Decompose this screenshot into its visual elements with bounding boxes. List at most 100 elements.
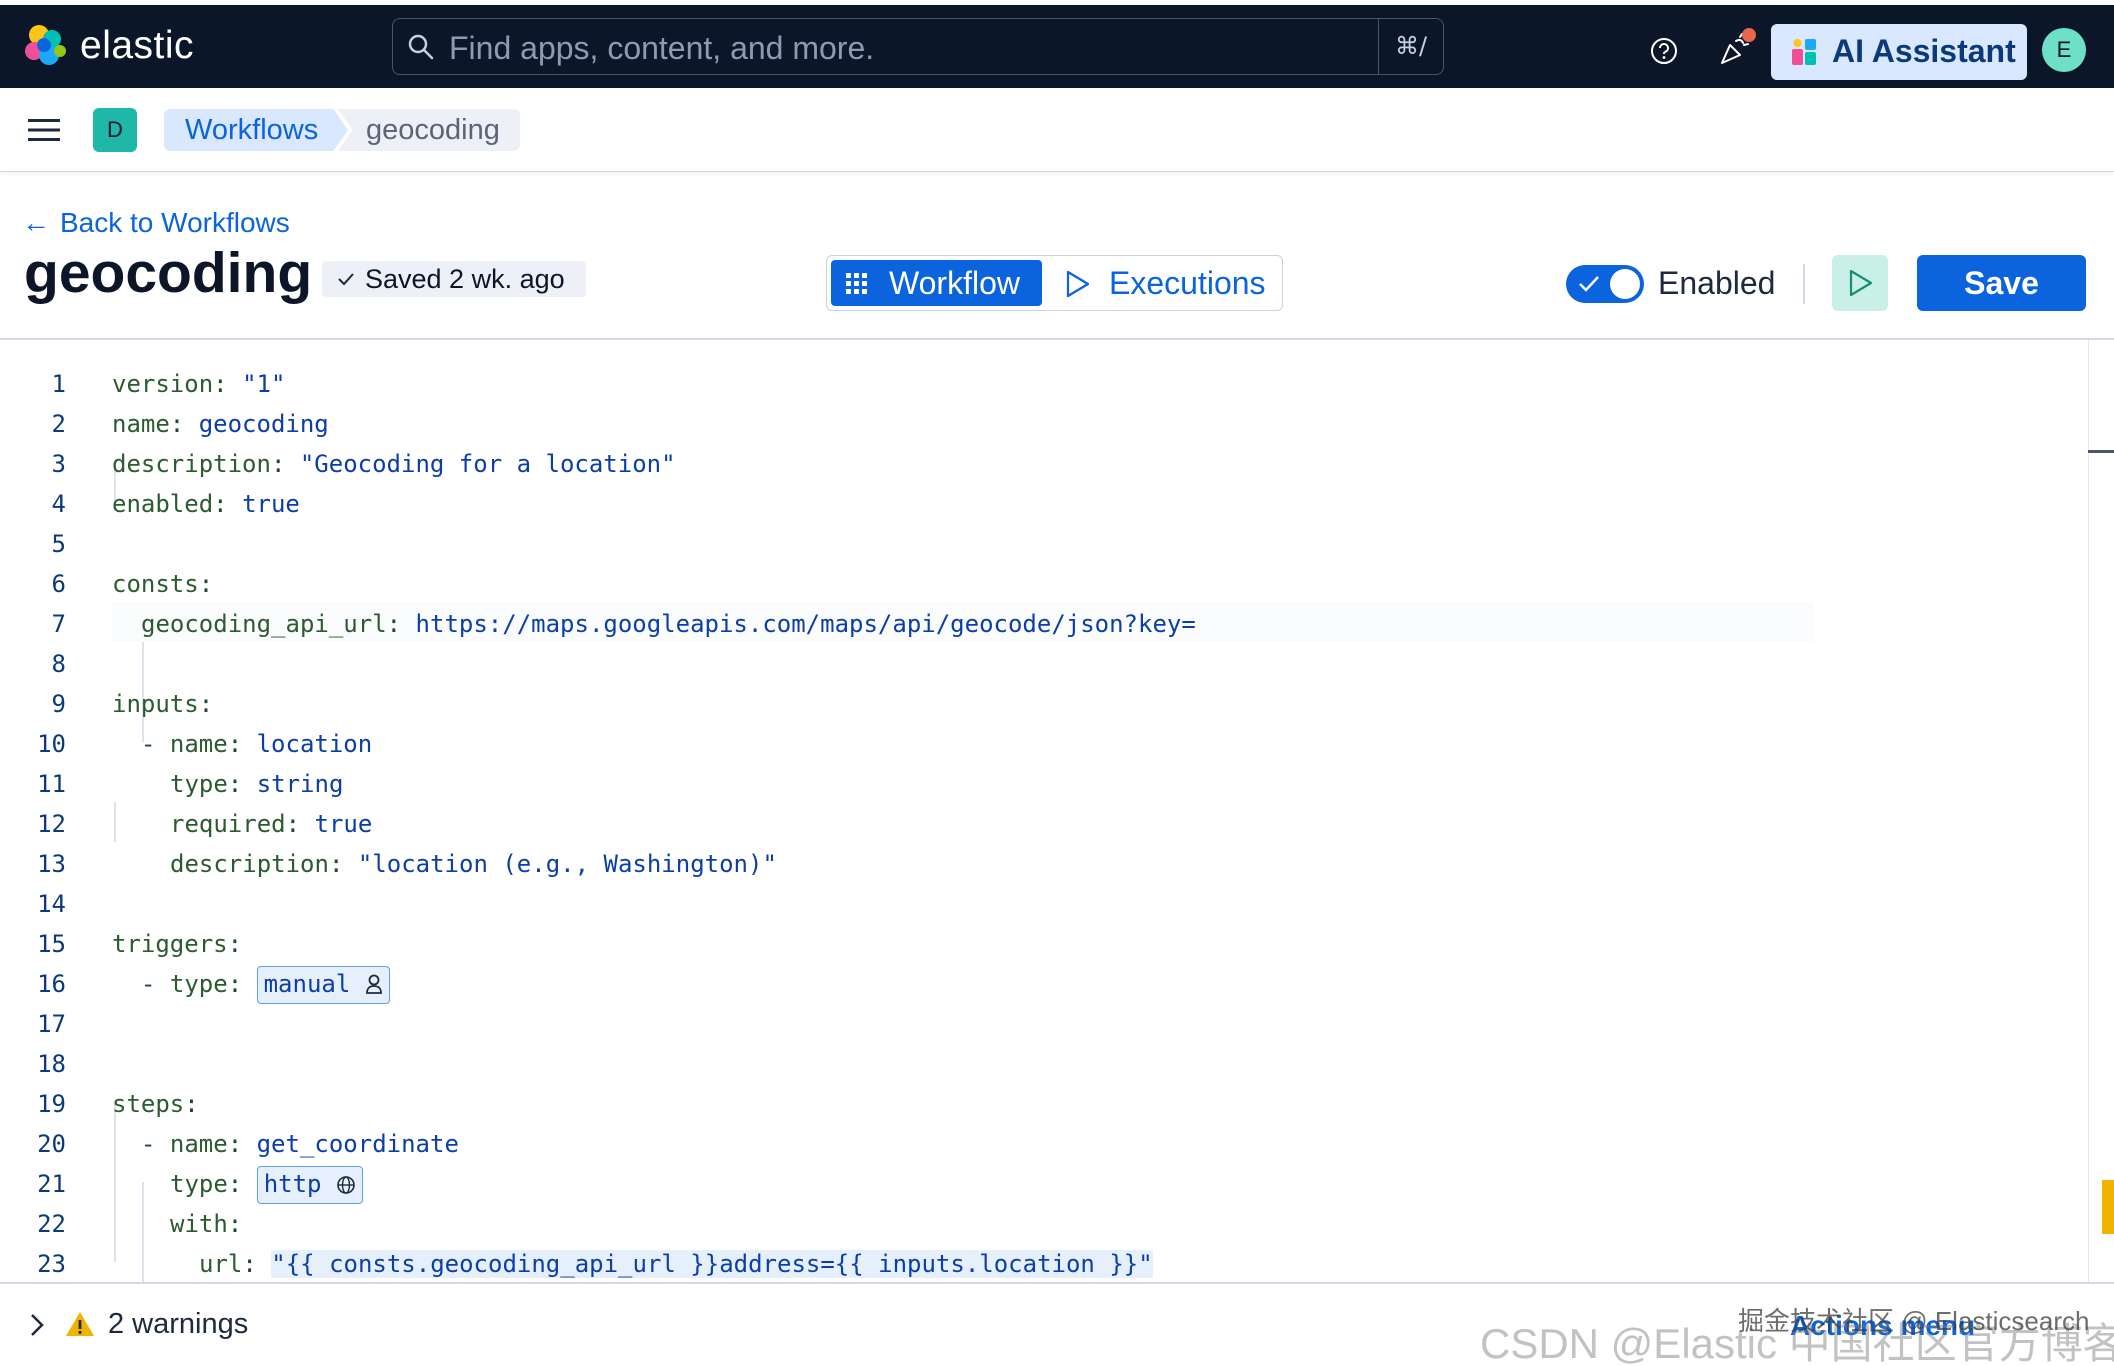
line-number: 1	[51, 370, 66, 398]
yaml-key: version	[112, 370, 214, 398]
yaml-key: type	[170, 1170, 228, 1198]
back-link-label: Back to Workflows	[60, 207, 290, 238]
chevron-right-icon[interactable]	[28, 1312, 46, 1338]
yaml-key: name	[169, 730, 228, 758]
code-text: consts:	[112, 570, 214, 598]
yaml-code-editor[interactable]: 1 version: "1" 2 name: geocoding 3 descr…	[0, 340, 2114, 1282]
ai-assistant-label: AI Assistant	[1832, 33, 2016, 69]
validation-footer: 2 warnings Actions menu CSDN @Elastic 中国…	[0, 1282, 2114, 1366]
search-placeholder: Find apps, content, and more.	[449, 30, 875, 66]
yaml-value: location	[256, 730, 373, 758]
yaml-key: type	[169, 970, 228, 998]
code-text: name: geocoding	[112, 410, 329, 438]
saved-status-text: Saved 2 wk. ago	[365, 264, 565, 294]
enabled-label: Enabled	[1658, 265, 1776, 301]
line-number: 10	[37, 730, 66, 758]
code-text: type: string	[170, 770, 344, 798]
line-number: 22	[37, 1210, 66, 1238]
hamburger-menu-icon[interactable]	[28, 118, 60, 142]
warning-marker	[2102, 1180, 2114, 1234]
breadcrumb-bar: D Workflows geocoding	[0, 88, 2114, 172]
editor-scrollbar[interactable]	[2088, 340, 2114, 1282]
save-button[interactable]: Save	[1917, 255, 2086, 311]
space-avatar[interactable]: D	[93, 108, 137, 152]
code-text: - type: manual	[141, 966, 390, 1004]
brand-name[interactable]: elastic	[80, 24, 194, 68]
yaml-key: type	[170, 770, 228, 798]
code-line: 6 consts:	[0, 562, 2090, 602]
code-line: 23 url: "{{ consts.geocoding_api_url }}a…	[0, 1242, 2090, 1282]
code-line: 16 - type: manual	[0, 962, 2090, 1004]
play-icon	[1066, 270, 1090, 298]
code-line: 18	[0, 1042, 2090, 1082]
breadcrumb-workflows[interactable]: Workflows	[164, 109, 348, 151]
yaml-value: "Geocoding for a location"	[299, 450, 676, 478]
check-icon	[1579, 276, 1599, 292]
warning-icon	[66, 1312, 94, 1336]
enabled-toggle[interactable]	[1566, 265, 1644, 303]
code-text: with:	[170, 1210, 243, 1238]
run-workflow-button[interactable]	[1832, 255, 1888, 311]
step-type-value: http	[263, 1170, 322, 1198]
breadcrumb-label: Workflows	[185, 114, 319, 146]
code-line: 8	[0, 642, 2090, 682]
notification-dot	[1742, 28, 1756, 42]
back-to-workflows-link[interactable]: ← Back to Workflows	[22, 207, 290, 239]
yaml-value: true	[242, 490, 300, 518]
global-search-input[interactable]: Find apps, content, and more. ⌘/	[392, 18, 1444, 75]
yaml-key: consts	[112, 570, 199, 598]
elastic-logo-icon[interactable]	[22, 23, 68, 69]
saved-status-badge: Saved 2 wk. ago	[322, 261, 586, 297]
yaml-key: with	[170, 1210, 228, 1238]
yaml-key: enabled	[112, 490, 214, 518]
yaml-value: "{{ consts.geocoding_api_url }}address={…	[271, 1250, 1153, 1278]
code-text: version: "1"	[112, 370, 286, 398]
yaml-key: required	[170, 810, 286, 838]
step-type-badge[interactable]: http	[256, 1166, 363, 1204]
code-text: required: true	[170, 810, 373, 838]
arrow-left-icon: ←	[22, 207, 50, 238]
watermark-text: 掘金技术社区 @ Elasticsearch	[1738, 1306, 2090, 1336]
scroll-position-marker	[2088, 450, 2114, 453]
code-text: description: "Geocoding for a location"	[112, 450, 676, 478]
line-number: 9	[51, 690, 66, 718]
yaml-key: inputs	[112, 690, 199, 718]
yaml-key: name	[112, 410, 170, 438]
line-number: 12	[37, 810, 66, 838]
code-line-active: 7 geocoding_api_url: https://maps.google…	[0, 602, 2090, 642]
tab-executions[interactable]: Executions	[1059, 260, 1279, 306]
toggle-knob	[1610, 269, 1640, 299]
code-text: steps:	[112, 1090, 199, 1118]
tab-workflow[interactable]: Workflow	[831, 260, 1042, 306]
code-line: 5	[0, 522, 2090, 562]
code-text: - name: location	[141, 730, 373, 758]
play-icon	[1849, 269, 1873, 297]
user-avatar[interactable]: E	[2042, 28, 2086, 72]
line-number: 15	[37, 930, 66, 958]
yaml-key: description	[170, 850, 329, 878]
global-header: elastic Find apps, content, and more. ⌘/…	[0, 5, 2114, 88]
code-line: 17	[0, 1002, 2090, 1042]
breadcrumb-current: geocoding	[338, 109, 520, 151]
breadcrumb-label: geocoding	[366, 114, 500, 146]
code-line: 9 inputs:	[0, 682, 2090, 722]
warnings-toggle[interactable]: 2 warnings	[108, 1308, 248, 1341]
code-line: 13 description: "location (e.g., Washing…	[0, 842, 2090, 882]
yaml-key: name	[169, 1130, 228, 1158]
tab-label: Workflow	[889, 265, 1020, 301]
yaml-key: steps	[112, 1090, 185, 1118]
ai-assistant-button[interactable]: AI Assistant	[1771, 24, 2027, 80]
line-number: 5	[51, 530, 66, 558]
trigger-type-value: manual	[263, 970, 351, 998]
trigger-type-badge[interactable]: manual	[256, 966, 390, 1004]
line-number: 3	[51, 450, 66, 478]
line-number: 17	[37, 1010, 66, 1038]
help-icon[interactable]	[1649, 36, 1679, 66]
code-text: enabled: true	[112, 490, 300, 518]
code-line: 4 enabled: true	[0, 482, 2090, 522]
yaml-value: geocoding	[198, 410, 329, 438]
tab-label: Executions	[1109, 265, 1266, 301]
code-line: 21 type: http	[0, 1162, 2090, 1204]
code-line: 2 name: geocoding	[0, 402, 2090, 442]
search-shortcut-hint: ⌘/	[1378, 19, 1443, 74]
